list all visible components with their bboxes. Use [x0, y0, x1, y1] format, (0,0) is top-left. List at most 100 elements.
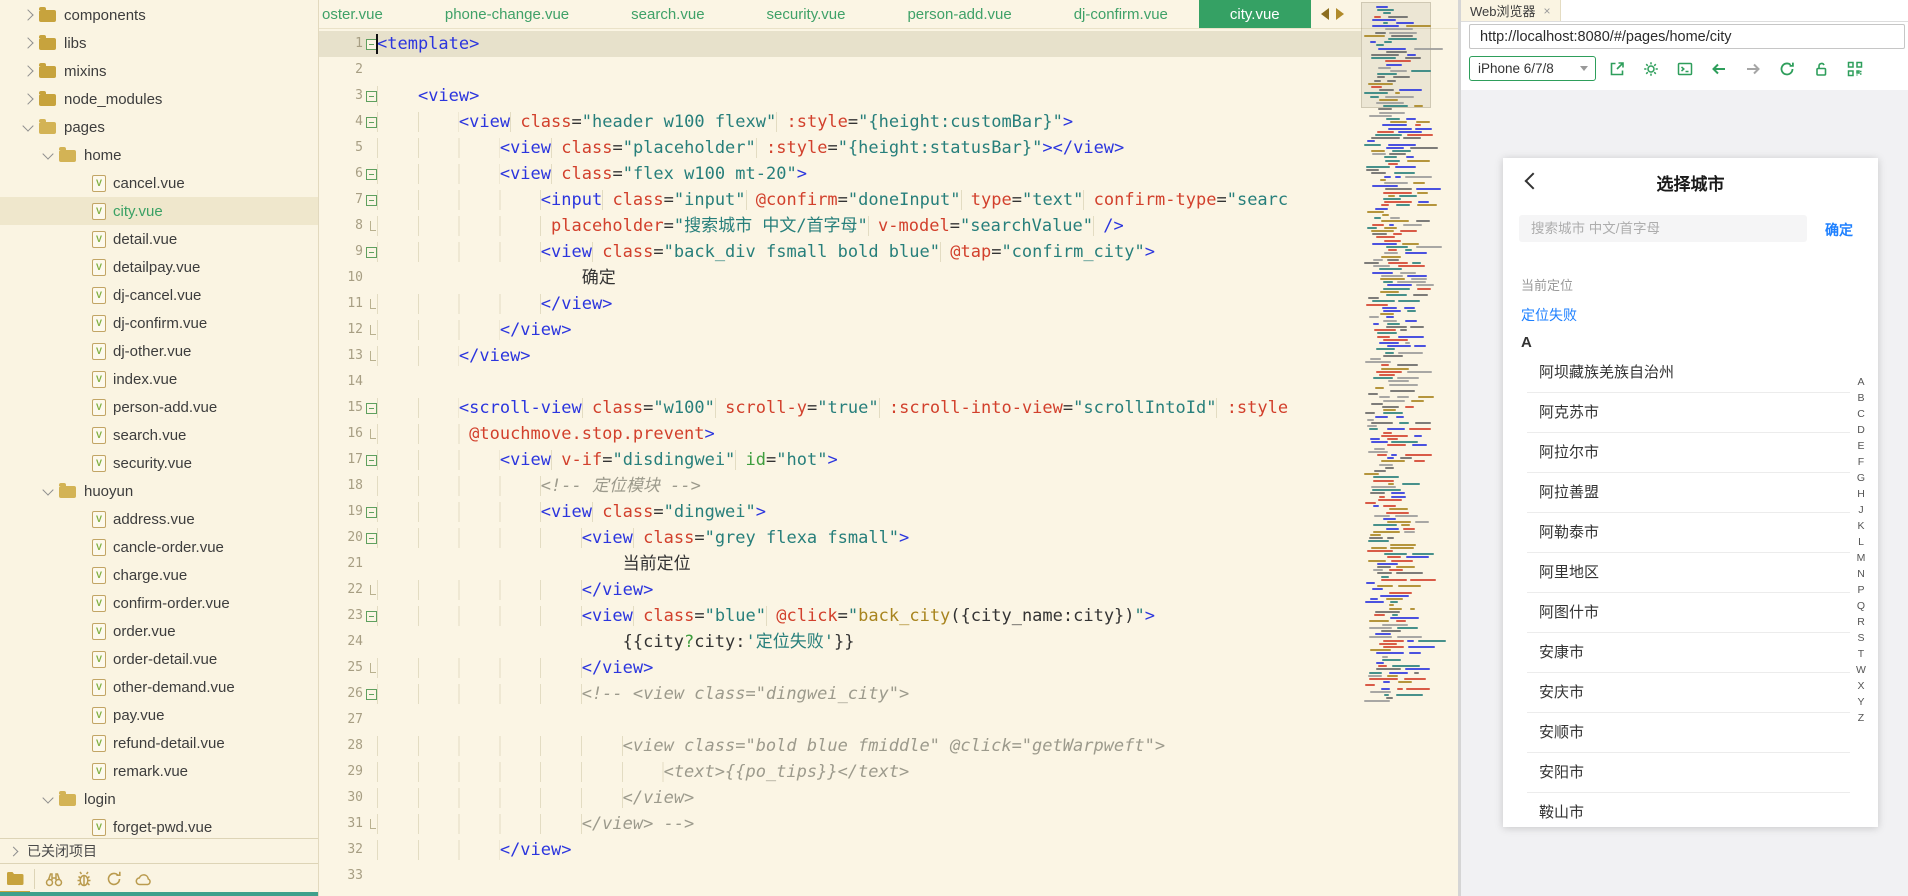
index-letter-Z[interactable]: Z: [1853, 710, 1869, 726]
index-letter-R[interactable]: R: [1853, 614, 1869, 630]
chevron-down-icon[interactable]: [42, 484, 53, 495]
project-explorer-icon[interactable]: [0, 865, 30, 893]
chevron-right-icon[interactable]: [22, 65, 33, 76]
debug-bug-icon[interactable]: [69, 866, 99, 892]
tree-item-address-vue[interactable]: Vaddress.vue: [0, 505, 318, 533]
city-list-item[interactable]: 阿里地区: [1503, 553, 1878, 593]
index-letter-S[interactable]: S: [1853, 630, 1869, 646]
index-letter-D[interactable]: D: [1853, 422, 1869, 438]
index-letter-A[interactable]: A: [1853, 374, 1869, 390]
confirm-button[interactable]: 确定: [1825, 220, 1853, 240]
tree-item-cancle-order-vue[interactable]: Vcancle-order.vue: [0, 533, 318, 561]
tree-item-cancel-vue[interactable]: Vcancel.vue: [0, 169, 318, 197]
device-select[interactable]: iPhone 6/7/8: [1469, 56, 1596, 81]
index-letter-H[interactable]: H: [1853, 486, 1869, 502]
tree-item-order-detail-vue[interactable]: Vorder-detail.vue: [0, 645, 318, 673]
chevron-down-icon[interactable]: [42, 792, 53, 803]
lock-open-icon[interactable]: [1808, 58, 1834, 80]
scroll-tabs-left-icon[interactable]: [1321, 8, 1329, 20]
fold-marker-icon[interactable]: [366, 91, 377, 102]
city-list-item[interactable]: 阿图什市: [1503, 593, 1878, 633]
refresh-icon[interactable]: [1774, 58, 1800, 80]
editor-tab-dj-confirm-vue[interactable]: dj-confirm.vue: [1043, 0, 1199, 28]
index-letter-K[interactable]: K: [1853, 518, 1869, 534]
index-letter-Y[interactable]: Y: [1853, 694, 1869, 710]
index-letter-W[interactable]: W: [1853, 662, 1869, 678]
city-list-item[interactable]: 阿坝藏族羌族自治州: [1503, 353, 1878, 393]
settings-gear-icon[interactable]: [1638, 58, 1664, 80]
index-letter-T[interactable]: T: [1853, 646, 1869, 662]
cloud-icon[interactable]: [129, 866, 159, 892]
tree-item-charge-vue[interactable]: Vcharge.vue: [0, 561, 318, 589]
index-letter-E[interactable]: E: [1853, 438, 1869, 454]
tree-item-other-demand-vue[interactable]: Vother-demand.vue: [0, 673, 318, 701]
tree-item-city-vue[interactable]: Vcity.vue: [0, 197, 318, 225]
editor-tab-security-vue[interactable]: security.vue: [736, 0, 877, 28]
chevron-right-icon[interactable]: [22, 9, 33, 20]
close-icon[interactable]: ×: [1544, 4, 1551, 18]
index-letter-C[interactable]: C: [1853, 406, 1869, 422]
fold-marker-icon[interactable]: [366, 247, 377, 258]
city-list-item[interactable]: 阿克苏市: [1503, 393, 1878, 433]
fold-marker-icon[interactable]: [366, 507, 377, 518]
city-list-item[interactable]: 安康市: [1503, 633, 1878, 673]
city-list-item[interactable]: 阿拉善盟: [1503, 473, 1878, 513]
tree-item-pages[interactable]: pages: [0, 113, 318, 141]
city-list-item[interactable]: 安阳市: [1503, 753, 1878, 793]
tree-item-dj-confirm-vue[interactable]: Vdj-confirm.vue: [0, 309, 318, 337]
tree-item-home[interactable]: home: [0, 141, 318, 169]
location-status-link[interactable]: 定位失败: [1521, 305, 1577, 325]
index-letter-N[interactable]: N: [1853, 566, 1869, 582]
url-input[interactable]: http://localhost:8080/#/pages/home/city: [1469, 24, 1905, 49]
fold-marker-icon[interactable]: [366, 117, 377, 128]
tree-item-detailpay-vue[interactable]: Vdetailpay.vue: [0, 253, 318, 281]
fold-marker-icon[interactable]: [366, 533, 377, 544]
tree-item-remark-vue[interactable]: Vremark.vue: [0, 757, 318, 785]
tree-item-node_modules[interactable]: node_modules: [0, 85, 318, 113]
tree-item-mixins[interactable]: mixins: [0, 57, 318, 85]
minimap[interactable]: [1361, 0, 1429, 770]
index-letter-G[interactable]: G: [1853, 470, 1869, 486]
city-list-item[interactable]: 安顺市: [1503, 713, 1878, 753]
fold-marker-icon[interactable]: [366, 455, 377, 466]
editor-tab-search-vue[interactable]: search.vue: [600, 0, 735, 28]
city-list-item[interactable]: 鞍山市: [1503, 793, 1878, 833]
index-letter-Q[interactable]: Q: [1853, 598, 1869, 614]
chevron-right-icon[interactable]: [22, 37, 33, 48]
index-letter-L[interactable]: L: [1853, 534, 1869, 550]
tree-item-forget-pwd-vue[interactable]: Vforget-pwd.vue: [0, 813, 318, 838]
fold-marker-icon[interactable]: [366, 403, 377, 414]
qr-code-icon[interactable]: [1842, 58, 1868, 80]
city-list-item[interactable]: 阿拉尔市: [1503, 433, 1878, 473]
back-arrow-icon[interactable]: [1706, 58, 1732, 80]
tree-item-dj-cancel-vue[interactable]: Vdj-cancel.vue: [0, 281, 318, 309]
forward-arrow-icon[interactable]: [1740, 58, 1766, 80]
web-browser-tab[interactable]: Web浏览器 ×: [1461, 0, 1561, 21]
fold-marker-icon[interactable]: [366, 169, 377, 180]
tree-item-search-vue[interactable]: Vsearch.vue: [0, 421, 318, 449]
index-letter-B[interactable]: B: [1853, 390, 1869, 406]
scroll-tabs-right-icon[interactable]: [1336, 8, 1344, 20]
chevron-down-icon[interactable]: [42, 148, 53, 159]
search-binoculars-icon[interactable]: [39, 866, 69, 892]
tree-item-huoyun[interactable]: huoyun: [0, 477, 318, 505]
city-search-input[interactable]: 搜索城市 中文/首字母: [1519, 215, 1807, 242]
tree-item-libs[interactable]: libs: [0, 29, 318, 57]
index-letter-J[interactable]: J: [1853, 502, 1869, 518]
tree-item-dj-other-vue[interactable]: Vdj-other.vue: [0, 337, 318, 365]
editor-tab-phone-change-vue[interactable]: phone-change.vue: [414, 0, 600, 28]
tree-item-components[interactable]: components: [0, 1, 318, 29]
fold-marker-icon[interactable]: [366, 689, 377, 700]
tree-item-person-add-vue[interactable]: Vperson-add.vue: [0, 393, 318, 421]
tree-item-login[interactable]: login: [0, 785, 318, 813]
code-editor-area[interactable]: 1<template>23 <view>4 <view class="heade…: [319, 28, 1458, 896]
sync-refresh-icon[interactable]: [99, 866, 129, 892]
tree-item-security-vue[interactable]: Vsecurity.vue: [0, 449, 318, 477]
index-letter-X[interactable]: X: [1853, 678, 1869, 694]
editor-tab-oster-vue[interactable]: oster.vue: [319, 0, 414, 28]
tree-item-detail-vue[interactable]: Vdetail.vue: [0, 225, 318, 253]
tree-item-refund-detail-vue[interactable]: Vrefund-detail.vue: [0, 729, 318, 757]
fold-marker-icon[interactable]: [366, 195, 377, 206]
city-list-item[interactable]: 阿勒泰市: [1503, 513, 1878, 553]
fold-marker-icon[interactable]: [366, 611, 377, 622]
